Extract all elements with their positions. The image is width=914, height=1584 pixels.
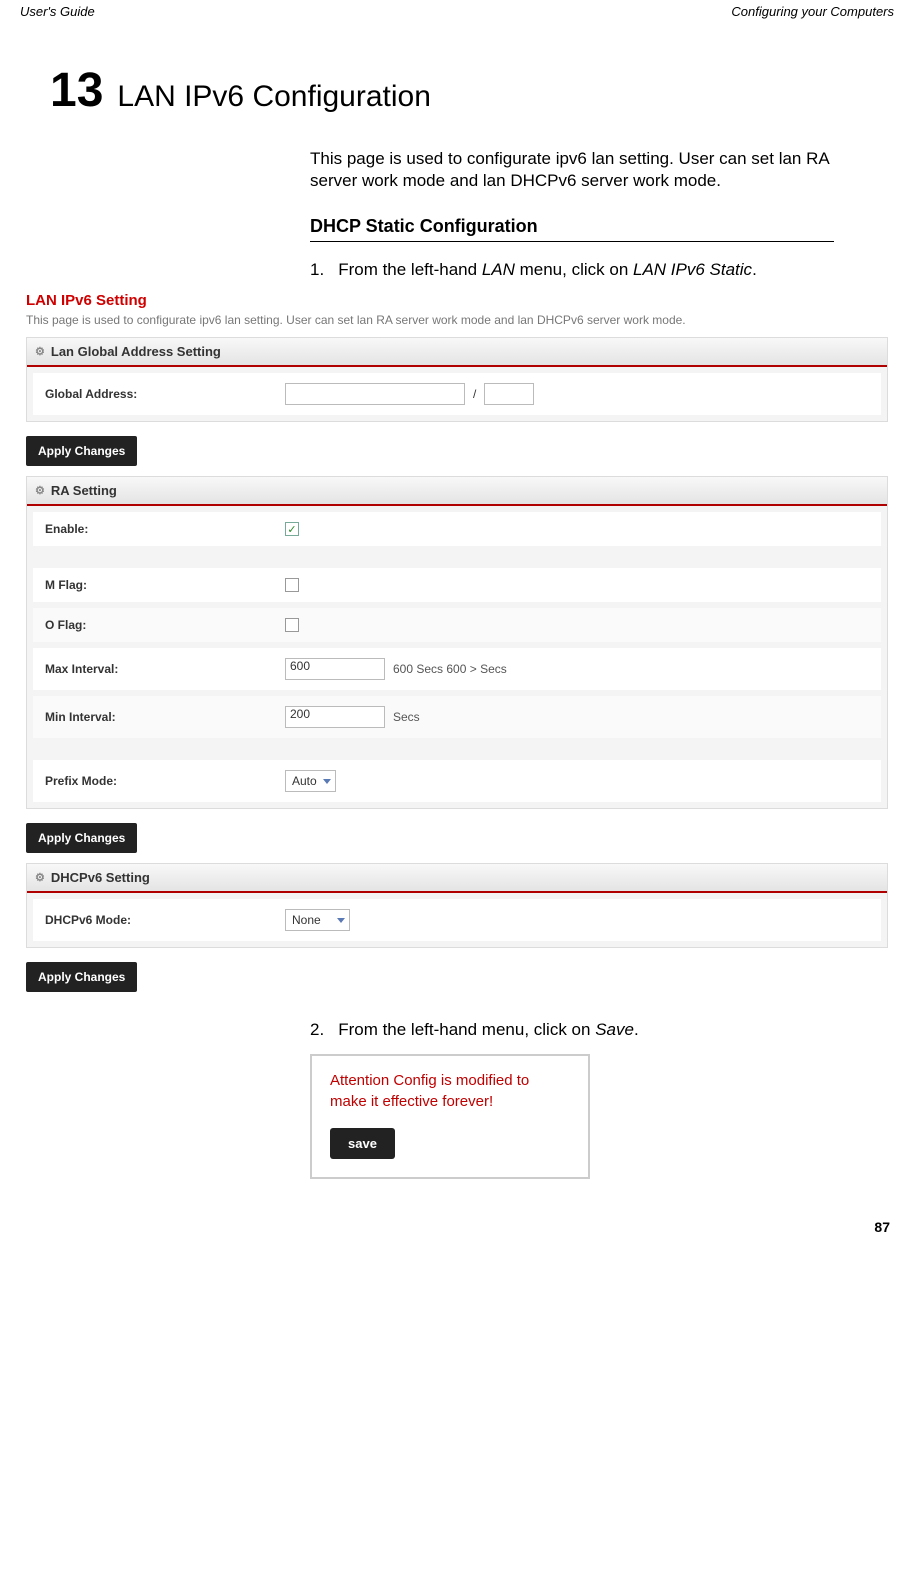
page-number: 87: [20, 1219, 890, 1235]
global-address-input[interactable]: [285, 383, 465, 405]
label-mflag: M Flag:: [45, 578, 285, 592]
mininterval-input[interactable]: 200: [285, 706, 385, 728]
save-button[interactable]: save: [330, 1128, 395, 1159]
panel-head-global: ⚙ Lan Global Address Setting: [27, 338, 887, 367]
global-prefix-input[interactable]: [484, 383, 534, 405]
chapter-heading: 13 LAN IPv6 Configuration: [50, 63, 894, 118]
panel-global-address: ⚙ Lan Global Address Setting Global Addr…: [26, 337, 888, 422]
panel-head-ra: ⚙ RA Setting: [27, 477, 887, 506]
gear-icon: ⚙: [35, 484, 45, 497]
label-maxinterval: Max Interval:: [45, 662, 285, 676]
lan-ipv6-screenshot: LAN IPv6 Setting This page is used to co…: [26, 292, 888, 1002]
row-prefixmode: Prefix Mode: Auto: [33, 760, 881, 802]
chapter-number: 13: [50, 63, 103, 118]
row-dhcpmode: DHCPv6 Mode: None: [33, 899, 881, 941]
gear-icon: ⚙: [35, 345, 45, 358]
label-oflag: O Flag:: [45, 618, 285, 632]
mflag-checkbox[interactable]: [285, 578, 299, 592]
apply-changes-button-3[interactable]: Apply Changes: [26, 962, 137, 992]
chapter-title: LAN IPv6 Configuration: [117, 80, 431, 114]
row-maxinterval: Max Interval: 600 600 Secs 600 > Secs: [33, 648, 881, 690]
row-mininterval: Min Interval: 200 Secs: [33, 696, 881, 738]
maxinterval-input[interactable]: 600: [285, 658, 385, 680]
apply-changes-button-2[interactable]: Apply Changes: [26, 823, 137, 853]
panel-head-dhcpv6: ⚙ DHCPv6 Setting: [27, 864, 887, 893]
panel-dhcpv6-setting: ⚙ DHCPv6 Setting DHCPv6 Mode: None: [26, 863, 888, 948]
step-2: 2. From the left-hand menu, click on Sav…: [310, 1020, 834, 1040]
header-left: User's Guide: [20, 4, 95, 19]
page-header: User's Guide Configuring your Computers: [20, 0, 894, 23]
header-right: Configuring your Computers: [731, 4, 894, 19]
row-oflag: O Flag:: [33, 608, 881, 642]
oflag-checkbox[interactable]: [285, 618, 299, 632]
dhcpmode-select[interactable]: None: [285, 909, 350, 931]
slash-separator: /: [473, 387, 476, 401]
label-dhcpmode: DHCPv6 Mode:: [45, 913, 285, 927]
screenshot-desc: This page is used to configurate ipv6 la…: [26, 313, 888, 327]
panel-ra-setting: ⚙ RA Setting Enable: ✓ M Flag: O Flag: M…: [26, 476, 888, 809]
step-1: 1. From the left-hand LAN menu, click on…: [310, 260, 834, 280]
apply-changes-button-1[interactable]: Apply Changes: [26, 436, 137, 466]
enable-checkbox[interactable]: ✓: [285, 522, 299, 536]
prefixmode-select[interactable]: Auto: [285, 770, 336, 792]
step-number: 2.: [310, 1020, 324, 1040]
step-text: From the left-hand LAN menu, click on LA…: [338, 260, 757, 280]
gear-icon: ⚙: [35, 871, 45, 884]
row-mflag: M Flag:: [33, 568, 881, 602]
label-global-address: Global Address:: [45, 387, 285, 401]
mininterval-help: Secs: [393, 710, 420, 724]
save-message: Attention Config is modified to make it …: [330, 1070, 570, 1112]
section-title: DHCP Static Configuration: [310, 216, 834, 242]
step-number: 1.: [310, 260, 324, 280]
intro-paragraph: This page is used to configurate ipv6 la…: [310, 148, 834, 192]
screenshot-title: LAN IPv6 Setting: [26, 292, 888, 309]
row-enable: Enable: ✓: [33, 512, 881, 546]
label-prefixmode: Prefix Mode:: [45, 774, 285, 788]
maxinterval-help: 600 Secs 600 > Secs: [393, 662, 507, 676]
save-dialog: Attention Config is modified to make it …: [310, 1054, 590, 1179]
step-text: From the left-hand menu, click on Save.: [338, 1020, 639, 1040]
label-mininterval: Min Interval:: [45, 710, 285, 724]
label-enable: Enable:: [45, 522, 285, 536]
row-global-address: Global Address: /: [33, 373, 881, 415]
